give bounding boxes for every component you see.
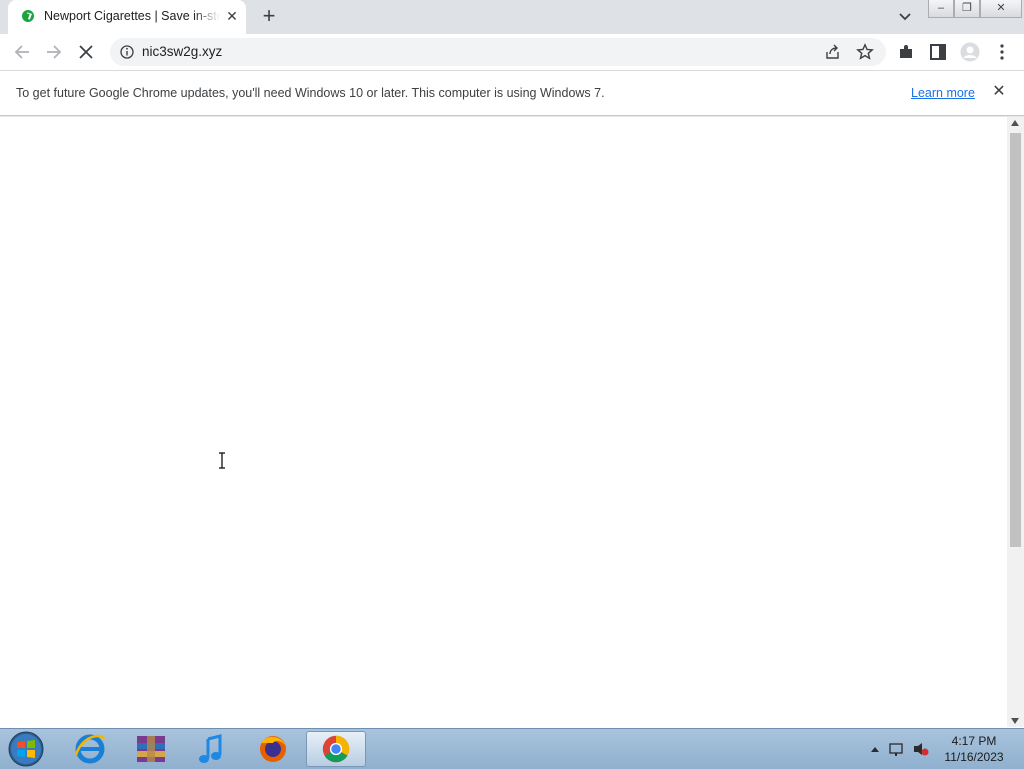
windows-taskbar: 4:17 PM 11/16/2023: [0, 728, 1024, 769]
start-orb-icon[interactable]: [6, 731, 46, 767]
internet-explorer-icon[interactable]: [62, 731, 118, 767]
side-panel-icon[interactable]: [928, 42, 948, 62]
scroll-up-arrow-icon[interactable]: [1011, 120, 1019, 126]
browser-tab[interactable]: Newport Cigarettes | Save in-store ✕: [8, 0, 246, 34]
scroll-down-arrow-icon[interactable]: [1011, 718, 1019, 724]
text-cursor-icon: [219, 452, 225, 469]
tab-close-icon[interactable]: ✕: [224, 8, 240, 24]
browser-toolbar: nic3sw2g.xyz: [0, 34, 1024, 71]
tab-search-chevron-icon[interactable]: [896, 8, 914, 26]
newport-favicon-icon: [22, 10, 34, 22]
page-content: [0, 117, 1007, 727]
share-icon[interactable]: [824, 43, 842, 61]
new-tab-button[interactable]: +: [258, 5, 280, 28]
forward-arrow-icon[interactable]: [44, 42, 64, 62]
menu-kebab-icon[interactable]: [992, 42, 1012, 62]
volume-muted-icon[interactable]: [914, 743, 922, 755]
winrar-icon[interactable]: [123, 731, 179, 767]
network-icon[interactable]: [889, 743, 903, 754]
window-controls: – ❐ ✕: [928, 0, 1022, 18]
window-close-button[interactable]: ✕: [980, 0, 1022, 18]
info-icon[interactable]: [120, 45, 134, 59]
itunes-icon[interactable]: [184, 731, 240, 767]
profile-avatar-icon[interactable]: [960, 42, 980, 62]
address-bar[interactable]: nic3sw2g.xyz: [110, 38, 886, 66]
url-text[interactable]: nic3sw2g.xyz: [142, 44, 222, 59]
infobar-message: To get future Google Chrome updates, you…: [16, 86, 605, 100]
taskbar-clock[interactable]: 4:17 PM 11/16/2023: [940, 733, 1008, 765]
minimize-button[interactable]: –: [928, 0, 954, 18]
firefox-icon[interactable]: [245, 731, 301, 767]
vertical-scrollbar[interactable]: [1007, 117, 1024, 727]
tray-icons: [871, 743, 929, 756]
tab-strip: Newport Cigarettes | Save in-store ✕ + –…: [0, 0, 1024, 34]
stop-loading-icon[interactable]: [76, 42, 96, 62]
extensions-icon[interactable]: [896, 42, 916, 62]
restore-button[interactable]: ❐: [954, 0, 980, 18]
chrome-taskbar-icon[interactable]: [306, 731, 366, 767]
back-arrow-icon[interactable]: [12, 42, 32, 62]
scroll-thumb[interactable]: [1010, 133, 1021, 547]
update-infobar: To get future Google Chrome updates, you…: [0, 71, 1024, 116]
tab-title: Newport Cigarettes | Save in-store: [44, 9, 220, 23]
clock-date: 11/16/2023: [944, 750, 1004, 764]
bookmark-star-icon[interactable]: [856, 43, 874, 61]
infobar-close-icon[interactable]: ✕: [991, 84, 1007, 100]
clock-time: 4:17 PM: [951, 734, 997, 748]
learn-more-link[interactable]: Learn more: [911, 86, 975, 100]
show-hidden-icons-icon[interactable]: [871, 747, 879, 752]
system-tray: [866, 739, 936, 759]
